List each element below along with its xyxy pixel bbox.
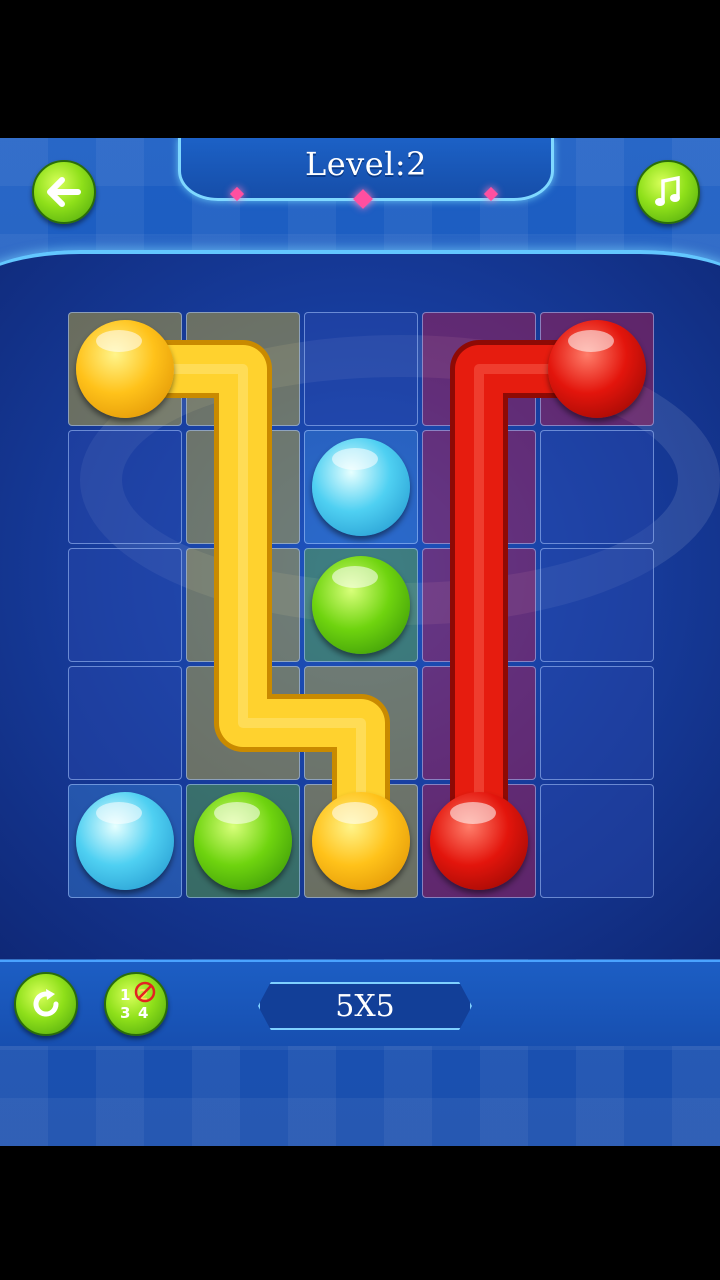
restart-icon [33,989,59,1017]
yellow-ball[interactable] [312,792,410,890]
green-ball[interactable] [194,792,292,890]
top-bar: Level:2 [0,138,720,248]
board-size-plate: 5X5 [258,982,472,1030]
hint-button[interactable]: 1 2 3 4 [104,972,168,1036]
hint-digit-4: 4 [138,1004,149,1022]
red-ball[interactable] [430,792,528,890]
board-size-label: 5X5 [335,988,395,1024]
red-path [455,345,621,865]
hint-numbers-icon: 1 2 3 4 [116,981,156,1024]
game-screen: Level:2 1 2 3 4 [0,138,720,1146]
cyan-ball[interactable] [76,792,174,890]
hint-digit-1: 1 [120,986,131,1004]
hint-digit-3: 3 [120,1004,131,1022]
arrow-left-icon [47,177,81,207]
back-button[interactable] [32,160,96,224]
no-sign-icon [134,981,156,1003]
restart-button[interactable] [14,972,78,1036]
green-ball[interactable] [312,556,410,654]
level-label: Level:2 [304,145,428,183]
red-ball[interactable] [548,320,646,418]
yellow-ball[interactable] [76,320,174,418]
cyan-ball[interactable] [312,438,410,536]
music-note-icon [655,176,680,206]
music-button[interactable] [636,160,700,224]
